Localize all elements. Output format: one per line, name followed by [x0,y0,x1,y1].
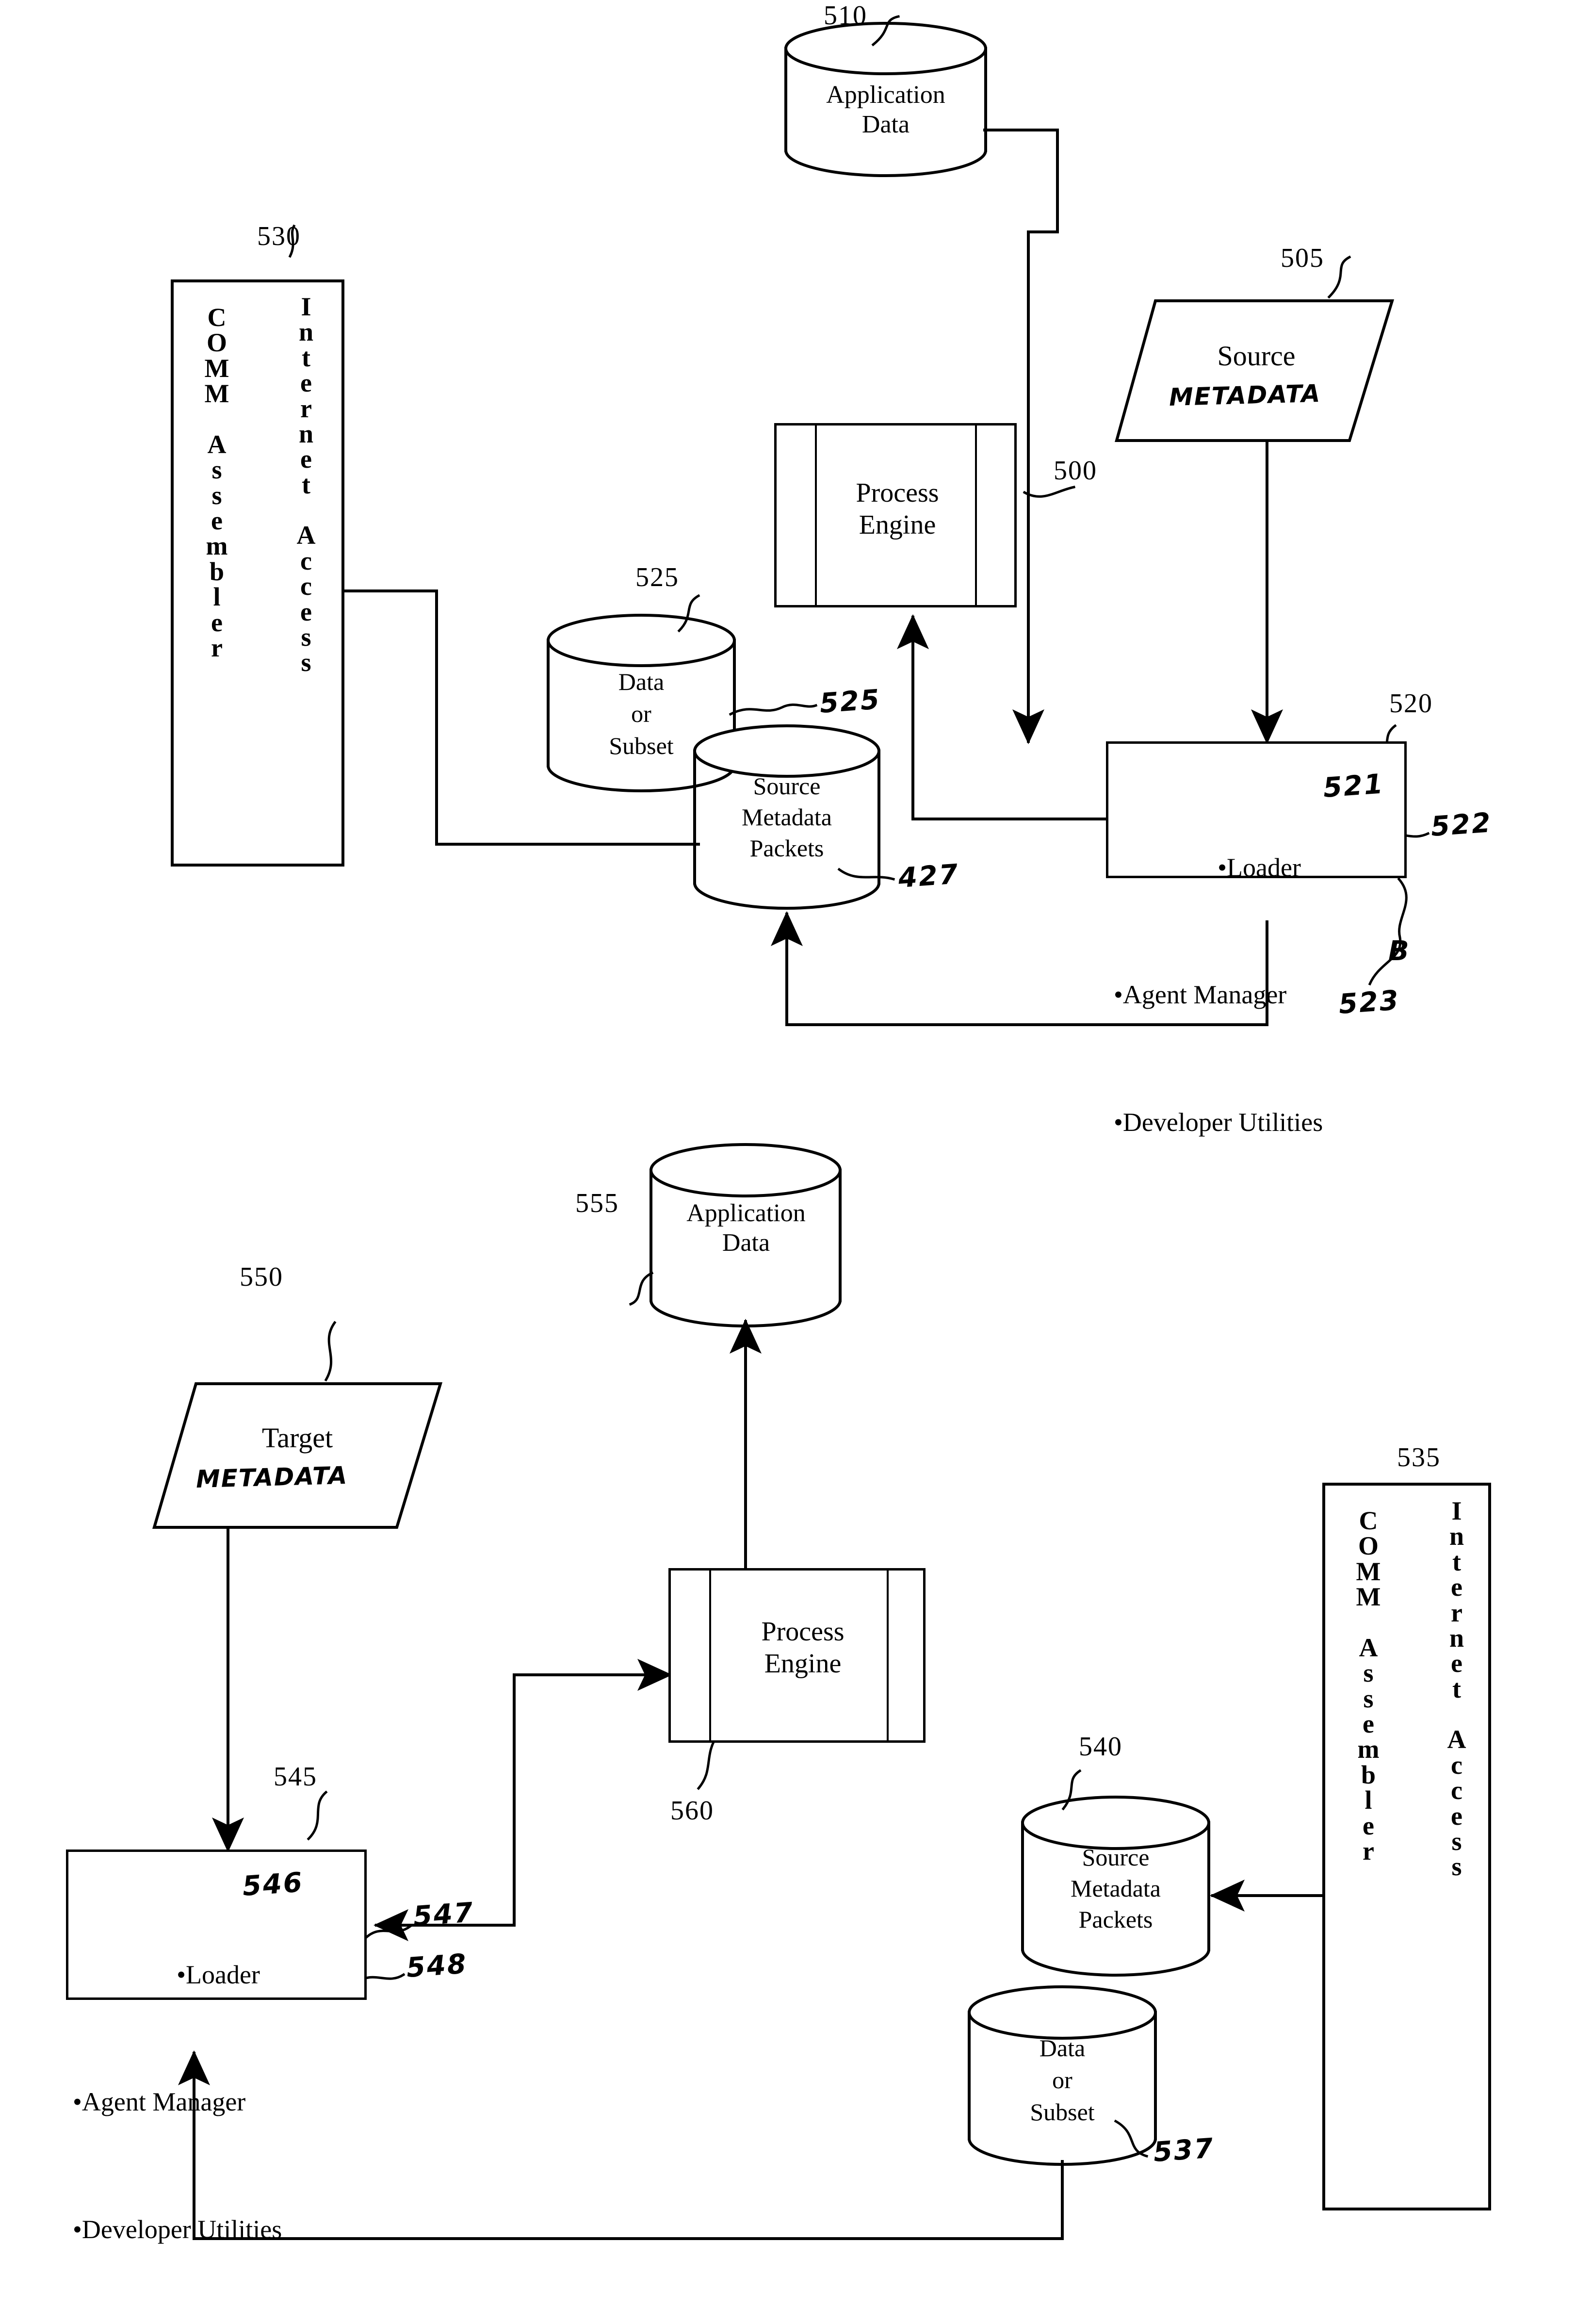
leader-545 [307,1790,328,1841]
ref-number-545: 545 [274,1762,317,1792]
ref-number-540: 540 [1079,1732,1122,1762]
process-engine-500-right-rule [975,423,977,607]
leader-525-hand [729,703,818,716]
ref-number-520: 520 [1389,688,1433,719]
ref-number-560: 560 [670,1796,714,1826]
process-engine-560-left-rule [709,1568,711,1743]
leader-510 [871,15,900,47]
mark-B-handwritten: B [1388,935,1411,967]
ref-number-547-handwritten: 547 [412,1897,475,1932]
cylinder-427-label: Source Metadata Packets [741,772,832,862]
component-box-545-bullets: •Loader •Agent Manager •Developer Utilit… [73,1869,364,2324]
cylinder-540-label: Source Metadata Packets [1070,1844,1161,1933]
leader-555 [629,1271,654,1306]
cylinder-510-label: Application Data [826,81,945,139]
ref-number-500: 500 [1054,456,1097,486]
parallelogram-550-handwritten-label: METADATA [195,1461,348,1493]
ref-number-505: 505 [1281,243,1324,273]
ref-number-546-handwritten: 546 [241,1866,305,1902]
ref-number-427-handwritten: 427 [897,858,960,894]
bullet-loader-546: •Loader [177,1960,260,1989]
bullet-agent-manager-547: •Agent Manager [73,2087,246,2117]
leader-427-hand [837,867,895,881]
ref-number-525-printed: 525 [635,562,679,592]
ref-number-555: 555 [575,1188,619,1218]
internet-access-530-label: I n t e r n e t A c c e s s [296,292,316,677]
leader-547 [363,1924,412,1941]
process-engine-500-left-rule [815,423,817,607]
ref-number-510: 510 [824,0,867,31]
bullet-developer-utilities-548: •Developer Utilities [73,2214,282,2244]
patent-figure-page: 510 Application Data 505 Source METADATA… [0,0,1592,2324]
ref-number-537-handwritten: 537 [1152,2132,1216,2168]
leader-505 [1327,255,1351,299]
bullet-loader-521: •Loader [1218,852,1301,882]
bullet-developer-utilities-523: •Developer Utilities [1114,1107,1323,1137]
cylinder-525-label: Data or Subset [609,668,674,759]
ref-number-550: 550 [240,1262,283,1292]
ref-number-523-handwritten: 523 [1337,984,1401,1020]
parallelogram-550 [152,1382,443,1529]
ref-number-521-handwritten: 521 [1322,768,1385,804]
process-engine-560-label: Process Engine [761,1617,845,1679]
ref-number-530: 530 [257,221,301,251]
ref-number-535: 535 [1397,1442,1441,1473]
leader-550 [324,1321,337,1382]
parallelogram-505-printed-label: Source [1217,340,1296,372]
comm-assembler-535-label: C O M M A s s e m b l e r [1356,1506,1381,1866]
parallelogram-550-printed-label: Target [261,1422,333,1454]
internet-access-535-label: I n t e r n e t A c c e s s [1447,1496,1466,1882]
cylinder-537-label: Data or Subset [1030,2034,1095,2126]
cylinder-555-label: Application Data [686,1199,806,1257]
ref-number-525-handwritten: 525 [818,684,882,720]
leader-500 [1023,486,1075,498]
leader-540 [1061,1769,1082,1811]
process-engine-560-right-rule [887,1568,889,1743]
process-engine-500-label: Process Engine [856,478,939,540]
ref-number-522-handwritten: 522 [1430,807,1493,843]
leader-525-printed [677,594,700,633]
parallelogram-505-handwritten-label: METADATA [1169,379,1321,411]
wire-545-to-560 [382,1673,655,1927]
comm-assembler-530-label: C O M M A s s e m b l e r [204,303,229,662]
ref-number-548-handwritten: 548 [405,1948,469,1984]
